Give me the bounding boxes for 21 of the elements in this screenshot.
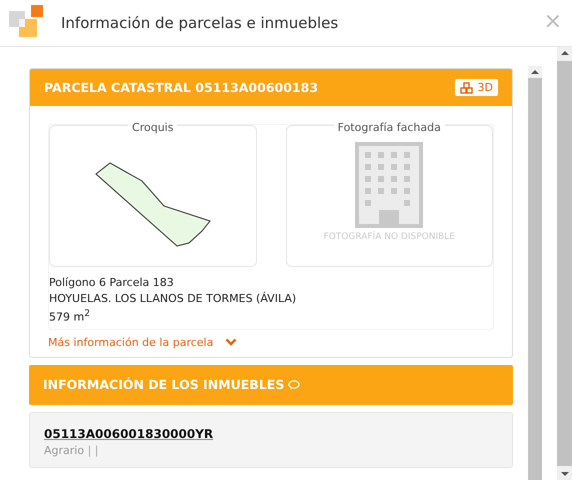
3d-button[interactable]: 3D xyxy=(454,79,498,96)
more-info-link[interactable]: Más información de la parcela xyxy=(48,336,214,349)
parcel-detail: HOYUELAS. LOS LLANOS DE TORMES (ÁVILA) xyxy=(49,291,298,307)
buildings-title: INFORMACIÓN DE LOS INMUEBLES xyxy=(43,377,284,392)
parcel-title: PARCELA CATASTRAL 05113A00600183 xyxy=(44,80,318,95)
separator-text: | | xyxy=(88,444,99,457)
parcel-detail: 579 m$^{2}$ xyxy=(49,307,92,325)
app-logo-icon xyxy=(9,5,43,37)
window-title: Información de parcelas e inmuebles xyxy=(61,14,340,32)
inner-scrollbar[interactable] xyxy=(528,66,542,480)
parcel-detail: Polígono 6 Parcela 183 xyxy=(49,275,175,291)
close-button[interactable]: × xyxy=(544,8,572,38)
usage-text: Agrario xyxy=(44,444,84,457)
speech-bubble-icon xyxy=(288,380,300,390)
cubes-icon xyxy=(460,82,474,94)
building-icon xyxy=(355,142,424,228)
photo-label: Fotografía fachada xyxy=(334,121,445,134)
property-reference-link[interactable]: 05113A006001830000YR xyxy=(44,426,214,441)
sketch-label: Croquis xyxy=(128,121,178,134)
outer-scrollbar[interactable] xyxy=(557,47,572,480)
chevron-icon[interactable] xyxy=(225,338,238,346)
